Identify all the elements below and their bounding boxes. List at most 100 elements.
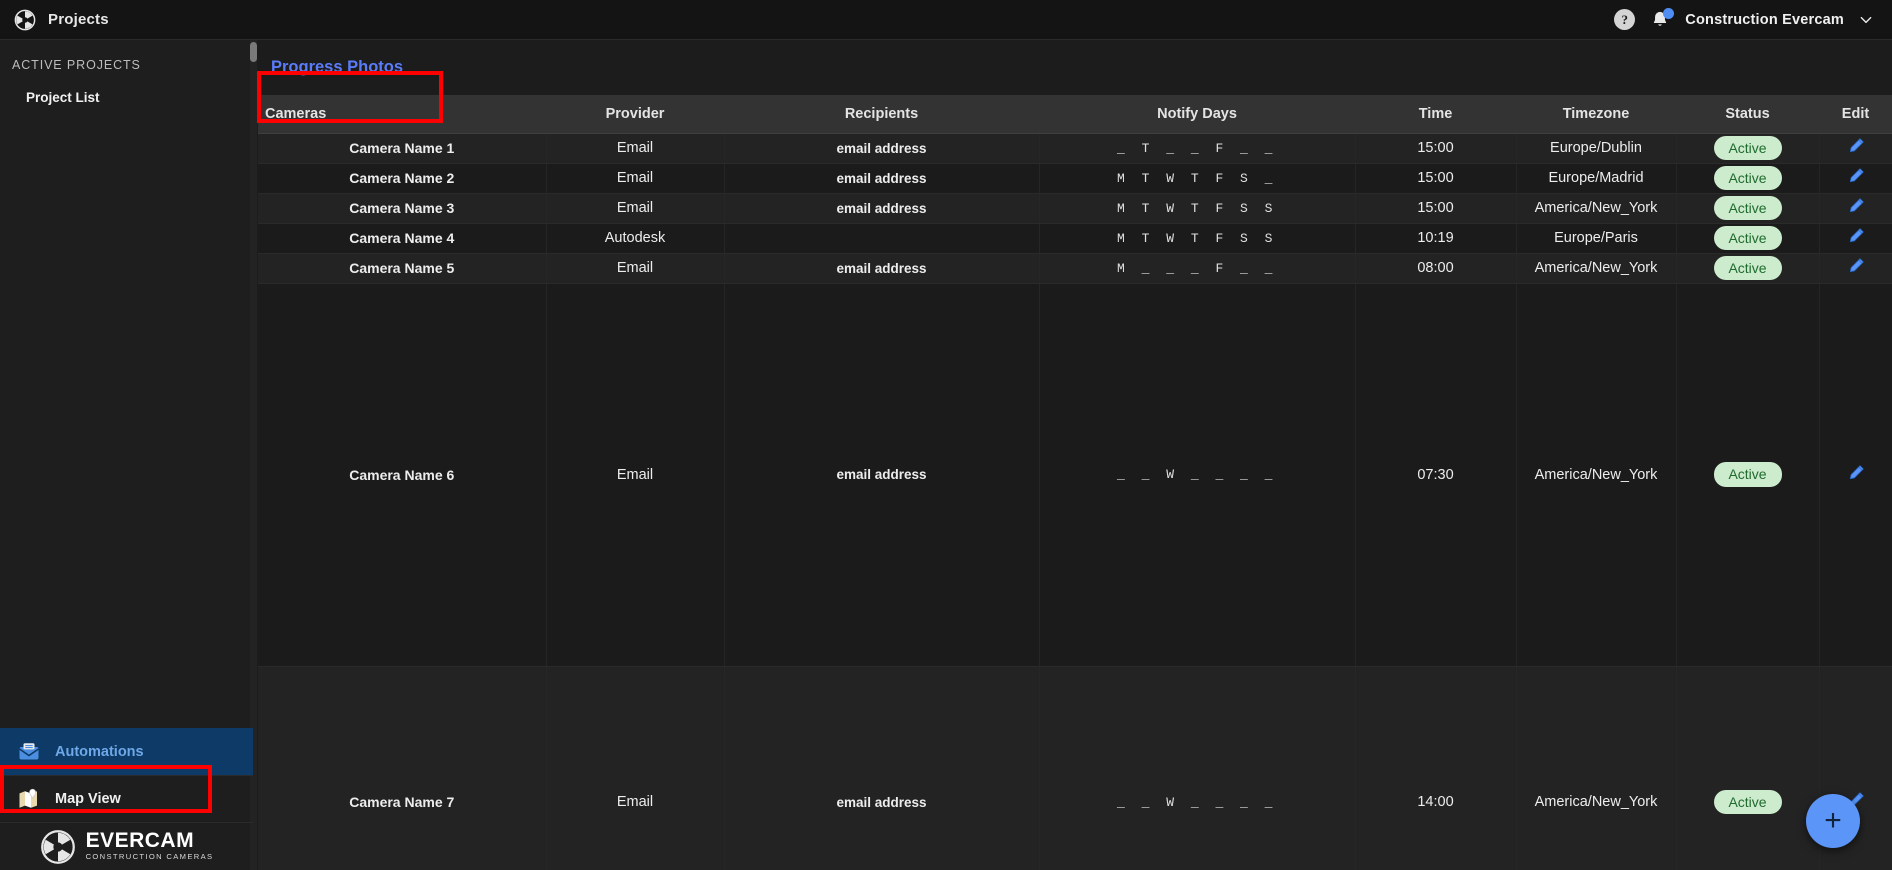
cell-notify-days: M T W T F S _ xyxy=(1039,163,1356,194)
notification-badge xyxy=(1663,7,1675,19)
cell-edit xyxy=(1819,253,1892,284)
cell-notify-days: M T W T F S S xyxy=(1039,193,1356,224)
edit-pencil-icon[interactable] xyxy=(1846,196,1866,216)
cell-notify-days: _ _ W _ _ _ _ xyxy=(1039,666,1356,870)
sidebar-section-active-projects: ACTIVE PROJECTS xyxy=(12,58,141,72)
cell-provider: Autodesk xyxy=(546,223,725,254)
sidebar-item-automations[interactable]: Automations xyxy=(0,728,253,775)
table-body: Camera Name 1 Email email address _ T _ … xyxy=(258,133,1892,870)
cell-edit xyxy=(1819,133,1892,164)
table-header: Cameras Provider Recipients Notify Days … xyxy=(258,96,1892,134)
cell-status: Active xyxy=(1676,193,1820,224)
cell-status: Active xyxy=(1676,163,1820,194)
automations-table: Cameras Provider Recipients Notify Days … xyxy=(258,96,1892,870)
cell-status: Active xyxy=(1676,283,1820,667)
cell-camera: Camera Name 4 xyxy=(258,223,547,254)
status-badge[interactable]: Active xyxy=(1713,135,1782,161)
column-header-edit: Edit xyxy=(1819,96,1892,134)
column-header-cameras: Cameras xyxy=(258,96,546,134)
cell-provider: Email xyxy=(546,193,725,224)
status-badge[interactable]: Active xyxy=(1713,225,1782,251)
cell-camera: Camera Name 3 xyxy=(258,193,547,224)
edit-pencil-icon[interactable] xyxy=(1846,166,1866,186)
column-header-recipients: Recipients xyxy=(724,96,1039,134)
tab-progress-photos[interactable]: Progress Photos xyxy=(258,45,416,91)
cell-timezone: America/New_York xyxy=(1516,283,1677,667)
cell-timezone: Europe/Madrid xyxy=(1516,163,1677,194)
cell-time: 10:19 xyxy=(1355,223,1517,254)
status-badge[interactable]: Active xyxy=(1713,165,1782,191)
table-row[interactable]: Camera Name 6 Email email address _ _ W … xyxy=(258,283,1892,667)
cell-recipients: email address xyxy=(724,666,1040,870)
table-row[interactable]: Camera Name 4 Autodesk M T W T F S S 10:… xyxy=(258,223,1892,254)
map-view-icon xyxy=(19,788,37,808)
cell-time: 08:00 xyxy=(1355,253,1517,284)
table-row[interactable]: Camera Name 7 Email email address _ _ W … xyxy=(258,666,1892,870)
table-row[interactable]: Camera Name 3 Email email address M T W … xyxy=(258,193,1892,224)
status-badge[interactable]: Active xyxy=(1713,255,1782,281)
column-header-timezone: Timezone xyxy=(1516,96,1676,134)
sidebar: ACTIVE PROJECTS Project List Automations xyxy=(0,40,257,870)
table-row[interactable]: Camera Name 1 Email email address _ T _ … xyxy=(258,133,1892,164)
automations-table-wrap: Cameras Provider Recipients Notify Days … xyxy=(258,96,1892,870)
cell-notify-days: _ T _ _ F _ _ xyxy=(1039,133,1356,164)
table-row[interactable]: Camera Name 2 Email email address M T W … xyxy=(258,163,1892,194)
plus-icon: + xyxy=(1824,804,1842,837)
help-icon[interactable]: ? xyxy=(1614,9,1636,30)
add-automation-button[interactable]: + xyxy=(1806,794,1860,848)
status-badge[interactable]: Active xyxy=(1713,462,1782,487)
cell-provider: Email xyxy=(546,666,725,870)
cell-recipients: email address xyxy=(724,193,1040,224)
table-header-row: Cameras Provider Recipients Notify Days … xyxy=(258,96,1892,134)
evercam-logo: EVERCAM CONSTRUCTION CAMERAS xyxy=(0,822,253,870)
cell-time: 15:00 xyxy=(1355,163,1517,194)
main-content: Progress Photos Cameras Provider Recipie… xyxy=(257,40,1892,870)
table-row[interactable]: Camera Name 5 Email email address M _ _ … xyxy=(258,253,1892,284)
cell-time: 15:00 xyxy=(1355,193,1517,224)
edit-pencil-icon[interactable] xyxy=(1846,256,1866,276)
logo-wordmark: EVERCAM xyxy=(85,828,195,852)
cell-provider: Email xyxy=(546,133,725,164)
cell-edit xyxy=(1819,163,1892,194)
sidebar-item-label: Automations xyxy=(55,744,144,760)
cell-edit xyxy=(1819,283,1892,667)
edit-pencil-icon[interactable] xyxy=(1846,136,1866,156)
column-header-provider: Provider xyxy=(546,96,724,134)
cell-recipients: email address xyxy=(724,133,1040,164)
status-badge[interactable]: Active xyxy=(1713,195,1782,221)
logo-tagline: CONSTRUCTION CAMERAS xyxy=(85,851,214,861)
account-name[interactable]: Construction Evercam xyxy=(1685,12,1844,28)
cell-camera: Camera Name 2 xyxy=(258,163,547,194)
cell-provider: Email xyxy=(546,283,725,667)
cell-camera: Camera Name 7 xyxy=(258,666,547,870)
sidebar-item-project-list[interactable]: Project List xyxy=(0,72,252,105)
cell-recipients: email address xyxy=(724,283,1040,667)
cell-timezone: America/New_York xyxy=(1516,666,1677,870)
column-header-notify-days: Notify Days xyxy=(1039,96,1355,134)
chevron-down-icon[interactable] xyxy=(1858,12,1874,28)
sidebar-scrollbar-thumb[interactable] xyxy=(250,42,257,62)
edit-pencil-icon[interactable] xyxy=(1846,463,1866,483)
cell-camera: Camera Name 5 xyxy=(258,253,547,284)
cell-notify-days: M T W T F S S xyxy=(1039,223,1356,254)
notification-bell-button[interactable] xyxy=(1649,7,1675,31)
cell-notify-days: _ _ W _ _ _ _ xyxy=(1039,283,1356,667)
cell-status: Active xyxy=(1676,133,1820,164)
top-bar: Projects ? Construction Evercam xyxy=(0,0,1892,40)
cell-recipients: email address xyxy=(724,253,1040,284)
status-badge[interactable]: Active xyxy=(1713,789,1782,815)
page-title: Projects xyxy=(48,11,109,28)
automations-envelope-icon xyxy=(19,743,39,760)
sidebar-bottom-nav: Automations Map View EVERCAM CONSTRUCTIO… xyxy=(0,728,253,870)
cell-edit xyxy=(1819,223,1892,254)
cell-timezone: Europe/Dublin xyxy=(1516,133,1677,164)
app-root: Projects ? Construction Evercam ACTIVE P… xyxy=(0,0,1892,870)
edit-pencil-icon[interactable] xyxy=(1846,226,1866,246)
cell-provider: Email xyxy=(546,163,725,194)
sidebar-item-map-view[interactable]: Map View xyxy=(0,775,253,822)
cell-timezone: Europe/Paris xyxy=(1516,223,1677,254)
cell-time: 07:30 xyxy=(1355,283,1517,667)
evercam-aperture-icon xyxy=(40,829,75,864)
cell-camera: Camera Name 6 xyxy=(258,283,547,667)
top-bar-actions: ? Construction Evercam xyxy=(1614,7,1892,31)
